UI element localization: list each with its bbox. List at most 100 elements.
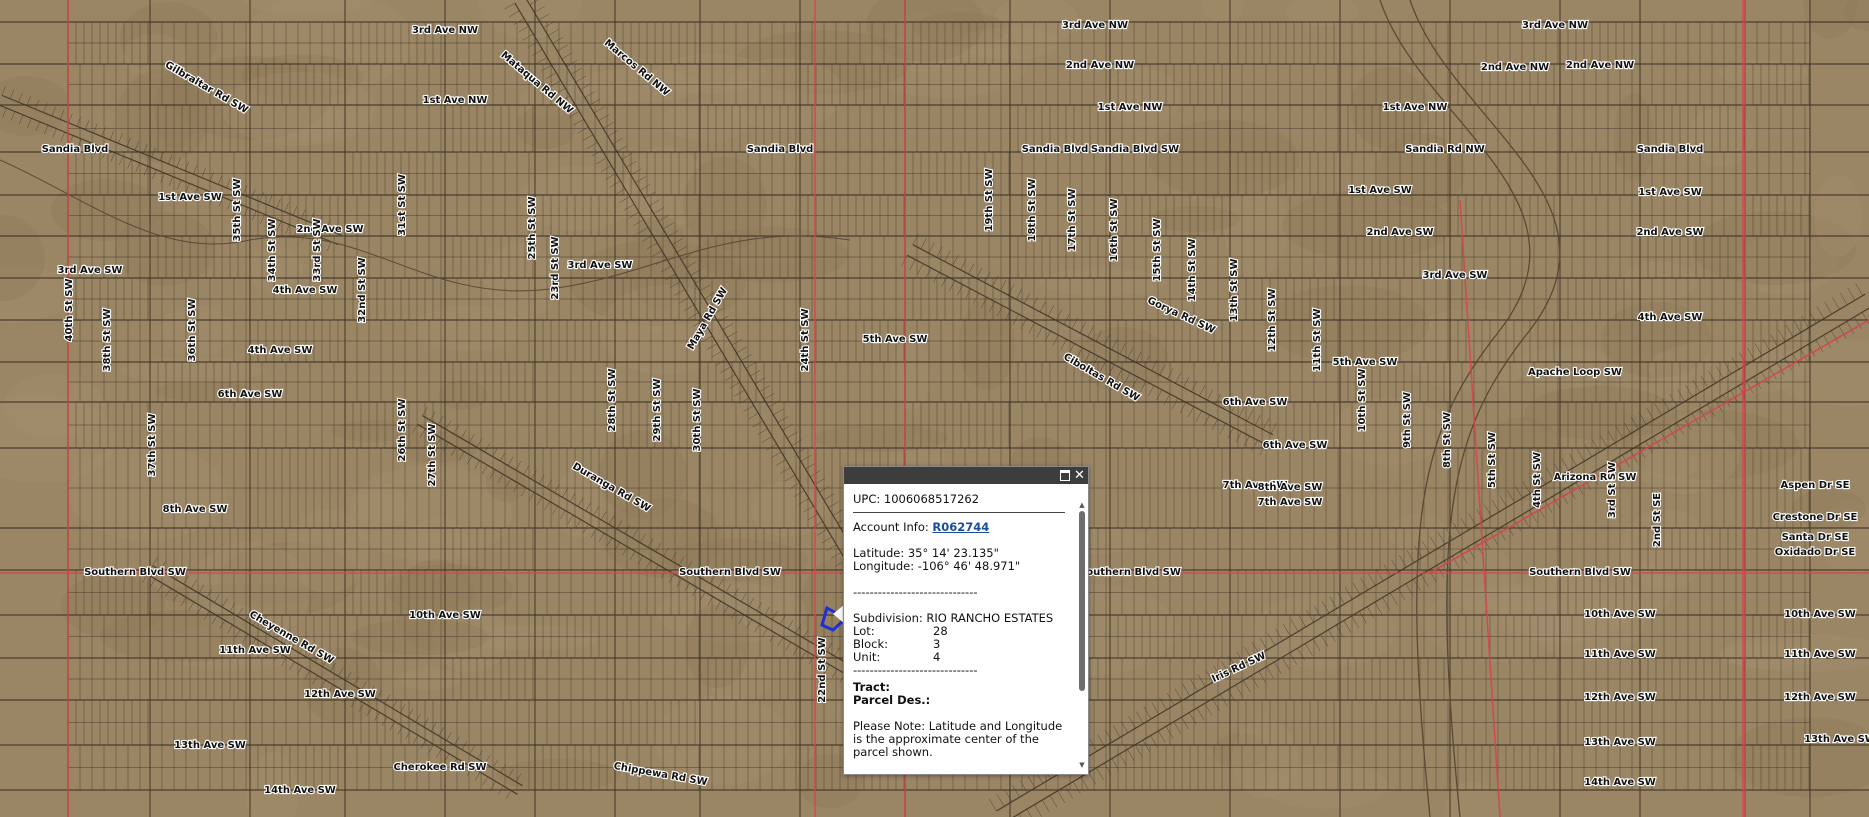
street-label: 29th St SW [652,379,663,442]
street-label: Southern Blvd SW [1529,567,1631,578]
popup-content: UPC: 1006068517262 Account Info: R062744… [853,493,1065,767]
parcel-des-text: Parcel Des.: [853,693,931,707]
street-label: 12th Ave SW [1784,692,1856,703]
street-label: 17th St SW [1067,189,1078,252]
parcel-info-popup: ✕ UPC: 1006068517262 Account Info: R0627… [843,466,1089,775]
block-row: Block: 3 [853,638,1065,651]
street-label: 8th Ave SW [163,504,228,515]
street-label: 11th Ave SW [1784,649,1856,660]
street-label: 6th Ave SW [1223,397,1288,408]
street-label: 5th St SW [1487,432,1498,488]
street-label: 30th St SW [692,389,703,452]
upc-text: UPC: 1006068517262 [853,493,1065,513]
street-label: Oxidado Dr SE [1775,547,1856,558]
scroll-up-icon[interactable]: ▲ [1078,501,1086,509]
street-label: 2nd Ave SW [296,224,363,235]
street-label: 14th St SW [1187,239,1198,302]
street-label: 2nd Ave SW [1366,227,1433,238]
street-label: 10th Ave SW [1584,609,1656,620]
street-label: 23rd St SW [550,236,561,299]
street-label: 10th Ave SW [1784,609,1856,620]
street-label: 2nd St SE [1652,493,1663,547]
popup-titlebar: ✕ [844,467,1088,484]
street-label: 4th Ave SW [248,345,313,356]
note-text: Please Note: Latitude and Longitude is t… [853,719,1063,759]
street-label: 6th Ave SW [218,389,283,400]
street-label: 12th St SW [1267,289,1278,352]
street-label: 37th St SW [147,414,158,477]
street-label: 3rd Ave SW [1423,270,1488,281]
street-label: 13th Ave SW [174,740,246,751]
street-label: 3rd Ave SW [58,265,123,276]
account-label: Account Info: [853,520,933,534]
street-label: 19th St SW [984,169,995,232]
street-label: 4th St SW [1532,452,1543,508]
street-label: 1st Ave NW [1098,102,1163,113]
street-label: 16th St SW [1109,199,1120,262]
street-label: 13th St SW [1229,259,1240,322]
popup-scrollbar[interactable]: ▲ ▼ [1078,501,1086,769]
street-label: 5th Ave SW [1333,357,1398,368]
street-label: Southern Blvd SW [1079,567,1181,578]
street-label: 9th St SW [1402,392,1413,448]
street-label: 14th Ave SW [1584,777,1656,788]
street-label: 40th St SW [64,279,75,342]
street-label: 8th St SW [1442,412,1453,468]
street-label: 25th St SW [527,197,538,260]
street-label: Southern Blvd SW [679,567,781,578]
street-label: 7th Ave SW [1258,497,1323,508]
street-label: 1st Ave SW [1348,185,1412,196]
subdivision-text: Subdivision: RIO RANCHO ESTATES [853,611,1054,625]
street-label: 1st Ave SW [158,192,222,203]
street-label: 33rd St SW [312,218,323,281]
street-label: 15th St SW [1152,219,1163,282]
street-label: 2nd Ave SW [1636,227,1703,238]
street-label: Apache Loop SW [1528,367,1622,378]
street-label: 11th St SW [1312,309,1323,372]
street-label: 1st Ave SW [1638,187,1702,198]
street-label: Cherokee Rd SW [393,762,486,773]
street-label: 18th St SW [1027,179,1038,242]
longitude-text: Longitude: -106° 46' 48.971" [853,559,1021,573]
street-label: Southern Blvd SW [84,567,186,578]
maximize-icon[interactable] [1058,469,1071,482]
street-label: 34th St SW [267,219,278,282]
street-label: 28th St SW [607,369,618,432]
street-label: 4th Ave SW [273,285,338,296]
street-label: 8th Ave SW [1258,482,1323,493]
street-label: Sandia Blvd SW [1091,144,1179,155]
street-label: 11th Ave SW [1584,649,1656,660]
street-label: 27th St SW [427,424,438,487]
street-label: 36th St SW [187,299,198,362]
street-label: 6th Ave SW [1263,440,1328,451]
street-label: 14th Ave SW [264,785,336,796]
street-label: Arizona Rd SW [1554,472,1637,483]
close-icon[interactable]: ✕ [1073,469,1086,482]
street-label: Sandia Blvd [1022,144,1089,155]
street-label: 3rd Ave NW [1522,20,1588,31]
scroll-thumb[interactable] [1079,511,1085,691]
street-label: 26th St SW [397,399,408,462]
street-label: 22nd St SW [817,637,828,702]
account-info: Account Info: R062744 [853,521,1065,534]
scroll-down-icon[interactable]: ▼ [1078,761,1086,769]
street-label: 2nd Ave NW [1566,60,1634,71]
account-link[interactable]: R062744 [932,520,989,534]
street-label: 31st St SW [397,174,408,236]
street-label: 12th Ave SW [1584,692,1656,703]
street-label: 13th Ave SW [1804,734,1869,745]
street-label: 5th Ave SW [863,334,928,345]
street-label: 2nd Ave NW [1066,60,1134,71]
street-label: 11th Ave SW [219,645,291,656]
street-label: 1st Ave NW [423,95,488,106]
street-label: 32nd St SW [357,257,368,322]
street-label: 3rd Ave NW [1062,20,1128,31]
street-label: 4th Ave SW [1638,312,1703,323]
street-label: Sandia Blvd [42,144,109,155]
street-label: Sandia Blvd [1637,144,1704,155]
street-label: Santa Dr SE [1782,532,1849,543]
street-label: 12th Ave SW [304,689,376,700]
street-label: Crestone Dr SE [1773,512,1858,523]
street-label: 35th St SW [232,179,243,242]
street-label: 10th St SW [1357,369,1368,432]
